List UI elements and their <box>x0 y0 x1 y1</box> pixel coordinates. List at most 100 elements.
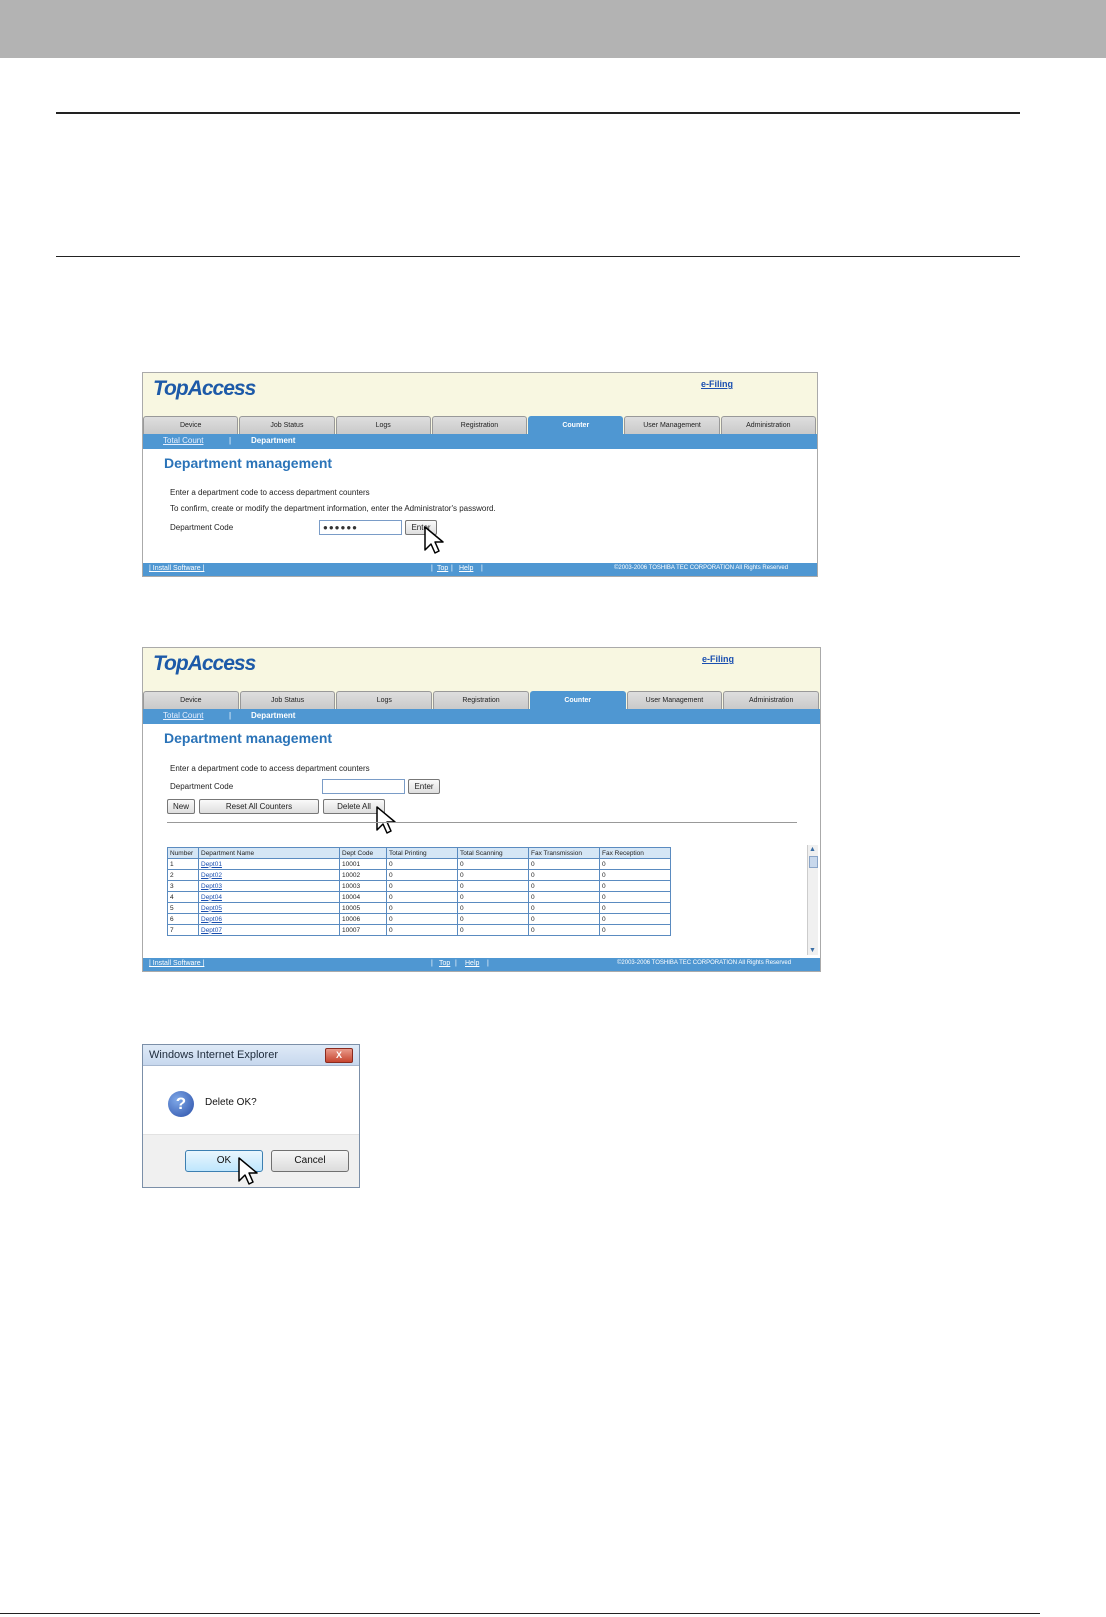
divider <box>167 822 797 823</box>
table-scrollbar[interactable]: ▲ ▼ <box>807 845 818 955</box>
tab-device[interactable]: Device <box>143 416 239 435</box>
scroll-thumb[interactable] <box>809 856 818 868</box>
subnav-total-count[interactable]: Total Count <box>163 711 203 720</box>
dept-name-link[interactable]: Dept07 <box>198 924 340 936</box>
table-cell: 1 <box>167 858 199 870</box>
table-cell: 0 <box>599 902 671 914</box>
dept-code-input[interactable] <box>322 779 405 794</box>
col-fax-transmission[interactable]: Fax Transmission <box>528 847 600 859</box>
tab-registration[interactable]: Registration <box>433 691 529 710</box>
topaccess-logo: TopAccess <box>153 652 256 675</box>
table-cell: 4 <box>167 891 199 903</box>
subnav-department[interactable]: Department <box>251 711 295 720</box>
table-cell: 3 <box>167 880 199 892</box>
col-department-name[interactable]: Department Name <box>198 847 340 859</box>
tab-user-management[interactable]: User Management <box>626 691 723 710</box>
footer-bar-2: | <box>451 565 453 572</box>
footer-bar: | Install Software | | Top | Help | ©200… <box>143 958 820 971</box>
table-cell: 0 <box>386 858 458 870</box>
table-cell: 0 <box>457 913 529 925</box>
dialog-title: Windows Internet Explorer <box>149 1049 278 1061</box>
section-rule-2 <box>56 256 1020 257</box>
table-cell: 0 <box>528 880 600 892</box>
scroll-down-icon[interactable]: ▼ <box>809 947 816 954</box>
tab-counter[interactable]: Counter <box>528 416 624 435</box>
new-button[interactable]: New <box>167 799 195 814</box>
table-cell: 7 <box>167 924 199 936</box>
dept-name-link[interactable]: Dept03 <box>198 880 340 892</box>
tab-logs[interactable]: Logs <box>335 416 431 435</box>
mouse-cursor-icon <box>238 1157 258 1185</box>
copyright-text: ©2003-2006 TOSHIBA TEC CORPORATION All R… <box>614 565 789 571</box>
subnav-separator: | <box>229 436 232 445</box>
col-fax-reception[interactable]: Fax Reception <box>599 847 671 859</box>
cancel-button[interactable]: Cancel <box>271 1150 349 1172</box>
main-tabs: Device Job Status Logs Registration Coun… <box>143 689 820 710</box>
tab-logs[interactable]: Logs <box>336 691 433 710</box>
tab-counter[interactable]: Counter <box>529 691 626 710</box>
tab-device[interactable]: Device <box>143 691 239 710</box>
tab-user-management[interactable]: User Management <box>624 416 720 435</box>
close-icon[interactable]: X <box>325 1048 353 1063</box>
table-cell: 0 <box>528 902 600 914</box>
table-cell: 0 <box>599 924 671 936</box>
dept-name-link[interactable]: Dept01 <box>198 858 340 870</box>
table-cell: 0 <box>528 858 600 870</box>
section-rule-top <box>56 112 1020 114</box>
footer-bar: | Install Software | | Top | Help | ©200… <box>143 563 817 576</box>
footer-top-link[interactable]: Top <box>437 565 448 572</box>
reset-all-counters-button[interactable]: Reset All Counters <box>199 799 319 814</box>
col-total-scanning[interactable]: Total Scanning <box>457 847 529 859</box>
col-dept-code[interactable]: Dept Code <box>339 847 387 859</box>
topaccess-logo: TopAccess <box>153 377 256 400</box>
table-cell: 2 <box>167 869 199 881</box>
bottom-rule <box>0 1613 1040 1614</box>
table-cell: 0 <box>386 880 458 892</box>
efiling-link[interactable]: e-Filing <box>702 654 734 664</box>
table-cell: 10001 <box>339 858 387 870</box>
table-cell: 0 <box>457 858 529 870</box>
copyright-text: ©2003-2006 TOSHIBA TEC CORPORATION All R… <box>617 960 792 966</box>
table-row: 4 Dept04 10004 0 0 0 0 <box>167 891 671 903</box>
scroll-up-icon[interactable]: ▲ <box>809 846 816 853</box>
enter-button[interactable]: Enter <box>408 779 440 794</box>
col-number[interactable]: Number <box>167 847 199 859</box>
footer-bar-1: | <box>431 565 433 572</box>
footer-help-link[interactable]: Help <box>465 960 479 967</box>
dept-name-link[interactable]: Dept04 <box>198 891 340 903</box>
efiling-link[interactable]: e-Filing <box>701 379 733 389</box>
install-software-link[interactable]: | Install Software | <box>149 960 204 967</box>
dept-name-link[interactable]: Dept02 <box>198 869 340 881</box>
table-row: 1 Dept01 10001 0 0 0 0 <box>167 858 671 870</box>
table-cell: 10003 <box>339 880 387 892</box>
footer-top-link[interactable]: Top <box>439 960 450 967</box>
topaccess-department-list-screen: TopAccess e-Filing Device Job Status Log… <box>142 647 821 972</box>
instruction-text-1: Enter a department code to access depart… <box>170 764 370 773</box>
col-total-printing[interactable]: Total Printing <box>386 847 458 859</box>
table-cell: 0 <box>386 891 458 903</box>
tab-administration[interactable]: Administration <box>720 416 816 435</box>
footer-help-link[interactable]: Help <box>459 565 473 572</box>
mouse-cursor-icon <box>376 806 396 834</box>
install-software-link[interactable]: | Install Software | <box>149 565 204 572</box>
tab-registration[interactable]: Registration <box>431 416 528 435</box>
table-cell: 6 <box>167 913 199 925</box>
dept-code-input[interactable]: ●●●●●● <box>319 520 402 535</box>
table-cell: 0 <box>599 858 671 870</box>
tab-job-status[interactable]: Job Status <box>239 416 335 435</box>
dialog-titlebar: Windows Internet Explorer X <box>143 1045 359 1066</box>
dept-name-link[interactable]: Dept06 <box>198 913 340 925</box>
table-cell: 0 <box>457 891 529 903</box>
tab-administration[interactable]: Administration <box>723 691 820 710</box>
table-cell: 0 <box>599 869 671 881</box>
dialog-message: Delete OK? <box>205 1097 257 1108</box>
dept-code-label: Department Code <box>170 523 234 532</box>
footer-bar-3: | <box>487 960 489 967</box>
header-bar: TopAccess e-Filing <box>143 648 820 690</box>
subnav-separator: | <box>229 711 232 720</box>
subnav-department[interactable]: Department <box>251 436 295 445</box>
tab-job-status[interactable]: Job Status <box>239 691 336 710</box>
table-row: 3 Dept03 10003 0 0 0 0 <box>167 880 671 892</box>
subnav-total-count[interactable]: Total Count <box>163 436 203 445</box>
dept-name-link[interactable]: Dept05 <box>198 902 340 914</box>
